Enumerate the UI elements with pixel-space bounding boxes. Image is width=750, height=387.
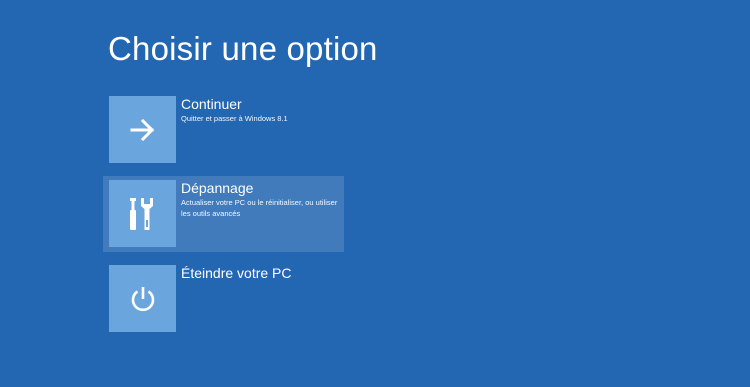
shutdown-option[interactable]: Éteindre votre PC: [103, 261, 344, 337]
continue-description: Quitter et passer à Windows 8.1: [181, 114, 288, 123]
troubleshoot-option[interactable]: Dépannage Actualiser votre PC ou le réin…: [103, 176, 344, 252]
troubleshoot-tile[interactable]: [109, 180, 176, 247]
continue-label: Continuer: [181, 96, 242, 112]
shutdown-label: Éteindre votre PC: [181, 265, 292, 281]
shutdown-tile[interactable]: [109, 265, 176, 332]
tools-icon: [128, 194, 158, 234]
page-title: Choisir une option: [108, 30, 378, 67]
power-icon: [128, 284, 158, 314]
troubleshoot-description: Actualiser votre PC ou le réinitialiser,…: [181, 198, 338, 218]
continue-option[interactable]: Continuer Quitter et passer à Windows 8.…: [103, 92, 344, 168]
continue-tile[interactable]: [109, 96, 176, 163]
troubleshoot-label: Dépannage: [181, 180, 254, 196]
arrow-right-icon: [130, 118, 156, 141]
